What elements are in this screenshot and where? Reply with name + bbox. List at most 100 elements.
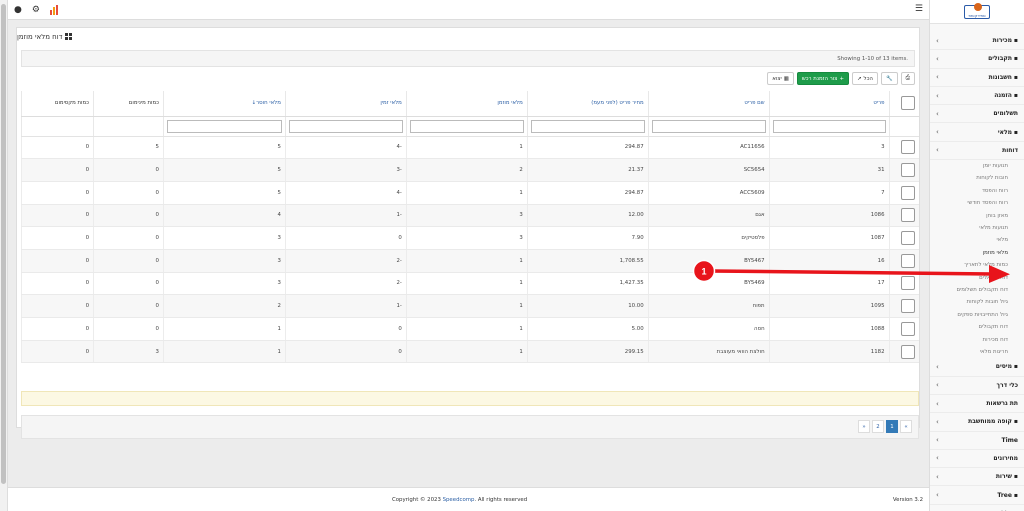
sidebar-item-b0[interactable]: ▪ מיסים › — [930, 358, 1024, 377]
settings-button[interactable]: 🔧 — [880, 72, 898, 85]
sidebar-item-t2[interactable]: ▪ חשבונות › — [930, 69, 1024, 87]
table-cell: 1 — [162, 317, 286, 341]
page-link[interactable]: » — [900, 420, 912, 433]
table-row[interactable]: 1088 חסה 5.00 1 0 1 0 0 — [20, 317, 919, 341]
pagination-bar: » 1 2 « — [21, 415, 919, 439]
sidebar-item-label: דוחות — [1002, 146, 1018, 154]
sidebar-item-t6[interactable]: דוחות › — [930, 142, 1024, 161]
footer: Copyright © 2023 Speedcomp. All rights r… — [8, 487, 929, 511]
sidebar-item-t4[interactable]: תשלומים › — [930, 105, 1024, 124]
print-button[interactable]: ⎙ — [900, 72, 915, 85]
sidebar-subitem[interactable]: תנועות מלאי — [930, 222, 1024, 234]
filter-shortage[interactable] — [166, 119, 282, 133]
select-all-checkbox[interactable] — [901, 96, 915, 111]
sidebar-item-b1[interactable]: כלי דרך › — [930, 377, 1024, 395]
sidebar-subitem[interactable]: גיול חובות לקוחות — [930, 296, 1024, 308]
sidebar-subitem[interactable]: גיול התחייבויות ספקים — [930, 309, 1024, 321]
page-scrollbar[interactable] — [0, 0, 8, 511]
logo[interactable]: ספידקומפ — [930, 0, 1024, 24]
col-header-ordered-stock[interactable]: מלאי מוזמן — [405, 91, 528, 117]
sidebar-item-b3[interactable]: ▪ קופה ממוחשבת › — [930, 413, 1024, 432]
sidebar-subitem[interactable]: דוח מכירות — [930, 334, 1024, 346]
sidebar-subitem[interactable]: מלאי מוזמן — [930, 247, 1024, 259]
table-row[interactable]: 1086 אגם 12.00 3 -1 4 0 0 — [20, 204, 919, 228]
sidebar-item-b2[interactable]: תת גרשאות › — [930, 395, 1024, 414]
row-checkbox[interactable] — [901, 299, 915, 314]
row-checkbox[interactable] — [901, 321, 915, 336]
col-header-max-qty: כמות מקסימום — [20, 91, 94, 117]
sidebar-subitem[interactable]: רווח והפסד חודשי — [930, 197, 1024, 209]
create-purchase-order-button[interactable]: + צור הזמנת רכש — [796, 72, 849, 85]
table-row[interactable]: 17 BY5469 1,427.35 1 -2 3 0 0 — [20, 272, 919, 296]
table-row[interactable]: 1182 חולצת הוואי מעוצבת 299.15 1 0 1 3 0 — [20, 340, 919, 364]
filter-item-name[interactable] — [651, 119, 766, 133]
page-link[interactable]: 2 — [872, 420, 884, 433]
brand-link[interactable]: Speedcomp — [443, 497, 475, 503]
table-cell: 1182 — [768, 340, 890, 364]
sidebar-item-label: מיסים — [995, 363, 1012, 371]
sidebar-item-t1[interactable]: ▪ תקבולים › — [930, 50, 1024, 69]
user-icon[interactable]: ● — [14, 4, 22, 16]
table-cell: 1 — [405, 181, 528, 205]
copyright: Copyright © 2023 Speedcomp. All rights r… — [392, 497, 528, 503]
row-checkbox[interactable] — [901, 140, 915, 155]
sidebar-item-t3[interactable]: ▪ הזמנה › — [930, 87, 1024, 106]
sidebar-item-b6[interactable]: ▪ שירות › — [930, 468, 1024, 487]
sidebar-subitem[interactable]: כמות מלאי לתאריך — [930, 259, 1024, 271]
table-row[interactable]: 31 SC5654 21.37 2 -3 5 0 0 — [20, 158, 919, 182]
table-cell: -4 — [284, 136, 407, 160]
sidebar-item-b4[interactable]: Time › — [930, 432, 1024, 450]
table-row[interactable]: 16 BY5467 1,708.55 1 -2 3 0 0 — [20, 249, 919, 273]
table-row[interactable]: 1087 פלסטיקים 7.90 3 0 3 0 0 — [20, 226, 919, 250]
logo-text: ספידקומפ — [968, 12, 986, 18]
filter-available-stock[interactable] — [288, 119, 403, 133]
version-label: Version 3.2 — [892, 497, 923, 503]
page-link[interactable]: 1 — [886, 420, 898, 433]
col-header-price[interactable]: מחיר פריט (לפני מעמ) — [526, 91, 649, 117]
row-checkbox[interactable] — [901, 163, 915, 178]
scrollbar-thumb[interactable] — [1, 4, 6, 484]
filter-item[interactable] — [772, 119, 886, 133]
table-row[interactable]: 3 AC11656 294.87 1 -4 5 5 0 — [20, 136, 919, 160]
row-checkbox[interactable] — [901, 231, 915, 246]
cogs-icon[interactable]: ⚙ — [32, 4, 40, 16]
table-cell: 0 — [284, 226, 407, 250]
table-cell: 0 — [93, 249, 164, 273]
sidebar-subitem[interactable]: מאזן בוחן — [930, 210, 1024, 222]
row-checkbox[interactable] — [901, 253, 915, 268]
row-checkbox[interactable] — [901, 185, 915, 200]
sidebar-subitem[interactable]: דוח סריאלים — [930, 272, 1024, 284]
sidebar-subitem[interactable]: דוח תקבולים תשלומים — [930, 284, 1024, 296]
row-checkbox[interactable] — [901, 276, 915, 291]
sidebar-subitem[interactable]: דוח תקבולים — [930, 321, 1024, 333]
table-row[interactable]: 1095 תפוח 10.00 1 -1 2 0 0 — [20, 294, 919, 318]
page-link[interactable]: « — [858, 420, 870, 433]
col-header-item-name[interactable]: שם פריט — [647, 91, 770, 117]
export-button[interactable]: ▦ יצוא — [767, 72, 794, 85]
filter-price[interactable] — [530, 119, 645, 133]
table-cell: 3 — [162, 249, 286, 273]
sidebar-item-t5[interactable]: ▪ מלאי › — [930, 123, 1024, 142]
sidebar-subitem[interactable]: חריגות מלאי — [930, 346, 1024, 358]
bar-chart-icon[interactable] — [49, 5, 58, 15]
sidebar-item-b5[interactable]: מחירונים › — [930, 450, 1024, 469]
sidebar-subitem[interactable]: חובות לקוחות — [930, 172, 1024, 184]
sidebar-subitem[interactable]: תנועות יומן — [930, 160, 1024, 172]
row-checkbox[interactable] — [901, 344, 915, 359]
sidebar-item-b7[interactable]: ▪ Tree › — [930, 486, 1024, 505]
sidebar-subitem[interactable]: רווח והפסד — [930, 185, 1024, 197]
col-header-available-stock[interactable]: מלאי זמין — [284, 91, 407, 117]
sidebar-subitem[interactable]: מלאי — [930, 234, 1024, 246]
hamburger-icon[interactable]: ☰ — [915, 3, 923, 15]
sidebar-item-b8[interactable]: ▪כללי› — [930, 505, 1024, 511]
col-header-shortage[interactable]: מלאי חוסר↓ — [162, 91, 286, 117]
sidebar-item-label: Time — [1001, 436, 1018, 444]
table-cell: 0 — [20, 226, 94, 250]
row-checkbox[interactable] — [901, 208, 915, 223]
thumbs-up-icon: ▪ — [1013, 55, 1018, 63]
col-header-item[interactable]: פריט — [768, 91, 890, 117]
table-row[interactable]: 7 ACC5609 294.87 1 -4 5 0 0 — [20, 181, 919, 205]
show-all-button[interactable]: הכל ↗ — [851, 72, 878, 85]
filter-ordered-stock[interactable] — [409, 119, 524, 133]
sidebar-item-t0[interactable]: ▪ מכירות › — [930, 32, 1024, 51]
